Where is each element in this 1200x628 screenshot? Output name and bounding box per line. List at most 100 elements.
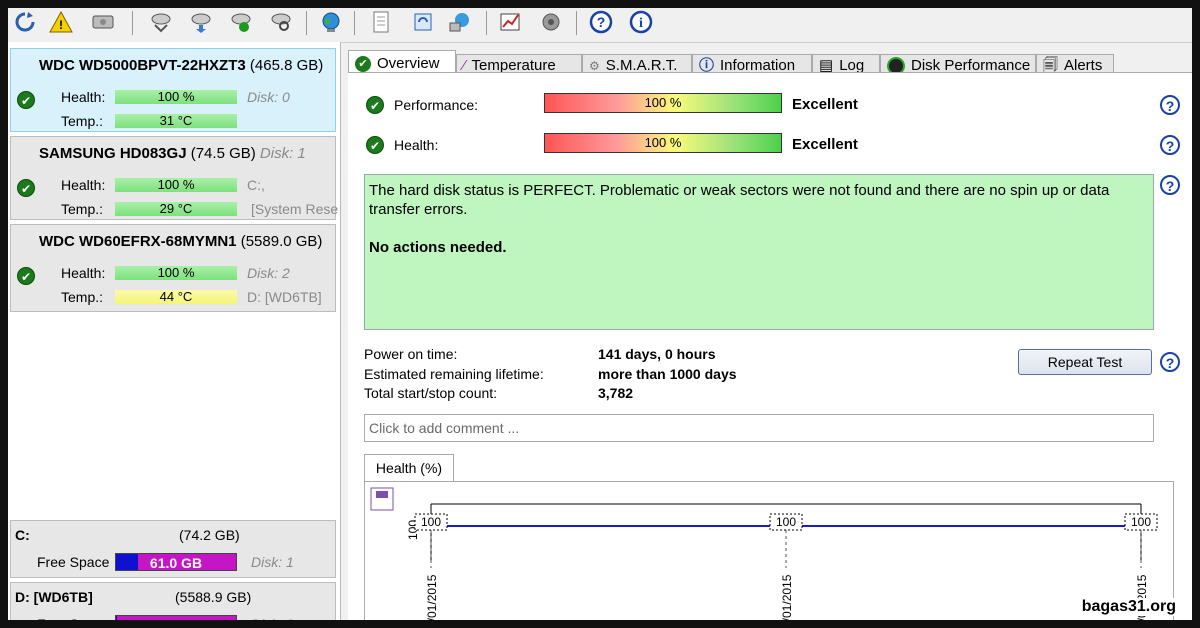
- network-icon[interactable]: [448, 10, 474, 34]
- disk-name: WDC WD5000BPVT-22HXZT3 (465.8 GB): [39, 57, 324, 74]
- performance-label: Performance:: [394, 97, 479, 113]
- temp-label: Temp.:: [61, 201, 104, 217]
- toolbar: ! ? i: [8, 8, 1192, 43]
- startstop-value: 3,782: [598, 385, 634, 401]
- smart-icon: ⚙: [589, 59, 600, 73]
- disk-item-0[interactable]: WDC WD5000BPVT-22HXZT3 (465.8 GB) ✔ Heal…: [10, 48, 336, 132]
- health-chart: 1001001/01/20151002/01/20151001/01/2015: [370, 487, 1158, 628]
- temp-bar: 44 °C: [115, 290, 237, 304]
- data-label: 100: [776, 515, 796, 529]
- hdd-check-icon[interactable]: [228, 10, 254, 34]
- health-meter: 100 %: [544, 133, 782, 153]
- status-ok-icon: ✔: [17, 91, 35, 109]
- data-label: 100: [1131, 515, 1151, 529]
- lifetime-label: Estimated remaining lifetime:: [364, 366, 544, 382]
- status-ok-icon: ✔: [17, 179, 35, 197]
- power-on-label: Power on time:: [364, 346, 458, 362]
- refresh-icon[interactable]: [12, 10, 38, 34]
- toolbar-separator: [354, 11, 355, 35]
- warning-icon[interactable]: !: [48, 10, 74, 34]
- volume-size: (5588.9 GB): [175, 589, 252, 605]
- health-label: Health:: [61, 265, 106, 281]
- comment-input[interactable]: Click to add comment ...: [364, 414, 1154, 442]
- used-space-fill: [116, 554, 138, 570]
- help-icon[interactable]: ?: [1160, 135, 1180, 155]
- health-ok-icon: ✔: [366, 136, 384, 154]
- x-tick-label: 2/01/2015: [780, 574, 794, 628]
- tab-label: Overview: [377, 55, 440, 72]
- health-chart-panel: 1001001/01/20151002/01/20151001/01/2015: [364, 481, 1174, 628]
- help-icon[interactable]: ?: [588, 10, 614, 34]
- watermark: bagas31.org: [1079, 598, 1178, 616]
- status-ok-icon: ✔: [17, 267, 35, 285]
- performance-verdict: Excellent: [792, 96, 858, 113]
- help-icon[interactable]: ?: [1160, 352, 1180, 372]
- disk-item-1[interactable]: SAMSUNG HD083GJ (74.5 GB) Disk: 1 ✔ Heal…: [10, 136, 339, 220]
- used-space-fill: [116, 616, 118, 620]
- hdd-down-icon[interactable]: [188, 10, 214, 34]
- volume-name: D: [WD6TB]: [15, 589, 93, 605]
- help-icon[interactable]: ?: [1160, 175, 1180, 195]
- repeat-test-button[interactable]: Repeat Test: [1018, 349, 1152, 375]
- disk-number: Disk: 0: [247, 89, 290, 105]
- svg-text:!: !: [59, 18, 63, 32]
- volume-size: (74.2 GB): [179, 527, 240, 543]
- volume-item-c[interactable]: C: (74.2 GB) Free Space 61.0 GB Disk: 1: [10, 520, 336, 578]
- free-space-label: Free Space: [37, 554, 110, 570]
- data-label: 100: [421, 515, 441, 529]
- health-label: Health:: [394, 137, 439, 153]
- hdd-eject-icon[interactable]: [148, 10, 174, 34]
- help-icon[interactable]: ?: [1160, 95, 1180, 115]
- toolbar-separator: [486, 11, 487, 35]
- free-space-bar: 61.0 GB: [115, 553, 237, 571]
- speaker-icon[interactable]: [538, 10, 564, 34]
- temp-label: Temp.:: [61, 113, 104, 129]
- document-icon[interactable]: [368, 10, 394, 34]
- temp-bar: 31 °C: [115, 114, 237, 128]
- overview-panel: ✔ Performance: 100 % Excellent ? ✔ Healt…: [348, 72, 1192, 628]
- svg-text:?: ?: [597, 14, 606, 30]
- toolbar-separator: [306, 11, 307, 35]
- info-icon[interactable]: i: [628, 10, 654, 34]
- free-space-label: Free Space: [37, 616, 110, 628]
- health-bar: 100 %: [115, 90, 237, 104]
- power-on-value: 141 days, 0 hours: [598, 346, 716, 362]
- svg-text:i: i: [639, 16, 643, 31]
- startstop-label: Total start/stop count:: [364, 385, 498, 401]
- temp-bar: 29 °C: [115, 202, 237, 216]
- graph-icon[interactable]: [498, 10, 524, 34]
- check-icon: ✔: [355, 56, 371, 73]
- free-space-value: 5585.5 GB: [142, 617, 210, 628]
- tab-health-chart[interactable]: Health (%): [364, 454, 454, 482]
- lifetime-value: more than 1000 days: [598, 366, 737, 382]
- disk-item-2[interactable]: WDC WD60EFRX-68MYMN1 (5589.0 GB) ✔ Healt…: [10, 224, 336, 312]
- network-globe-icon[interactable]: [318, 10, 344, 34]
- app-window: ! ? i WDC WD5000BPVT-22HXZT3 (465.8 GB) …: [0, 0, 1200, 628]
- disk-name: WDC WD60EFRX-68MYMN1 (5589.0 GB): [39, 233, 323, 250]
- health-label: Health:: [61, 177, 106, 193]
- save-icon-shutter: [376, 491, 388, 498]
- disk-number: Disk: 2: [251, 616, 294, 628]
- disk-number: Disk: 2: [247, 265, 290, 281]
- volume-name: [System Rese: [251, 201, 339, 217]
- volume-name: D: [WD6TB]: [247, 289, 322, 305]
- performance-ok-icon: ✔: [366, 96, 384, 114]
- volume-letters: C:,: [247, 177, 265, 193]
- free-space-bar: 5585.5 GB: [115, 615, 237, 628]
- disk-name: SAMSUNG HD083GJ (74.5 GB) Disk: 1: [39, 145, 306, 162]
- hdd-search-icon[interactable]: [268, 10, 294, 34]
- health-label: Health:: [61, 89, 106, 105]
- disk-list-panel: WDC WD5000BPVT-22HXZT3 (465.8 GB) ✔ Heal…: [8, 42, 341, 628]
- toolbar-separator: [132, 11, 133, 35]
- volume-name: C:: [15, 527, 30, 543]
- free-space-value: 61.0 GB: [149, 555, 203, 571]
- health-bar: 100 %: [115, 178, 237, 192]
- status-action: No actions needed.: [369, 239, 507, 256]
- status-text: The hard disk status is PERFECT. Problem…: [369, 182, 1110, 218]
- disk-icon[interactable]: [90, 10, 116, 34]
- temp-label: Temp.:: [61, 289, 104, 305]
- toolbar-separator: [576, 11, 577, 35]
- copy-refresh-icon[interactable]: [410, 10, 436, 34]
- health-bar: 100 %: [115, 266, 237, 280]
- volume-item-d[interactable]: D: [WD6TB] (5588.9 GB) Free Space 5585.5…: [10, 582, 336, 628]
